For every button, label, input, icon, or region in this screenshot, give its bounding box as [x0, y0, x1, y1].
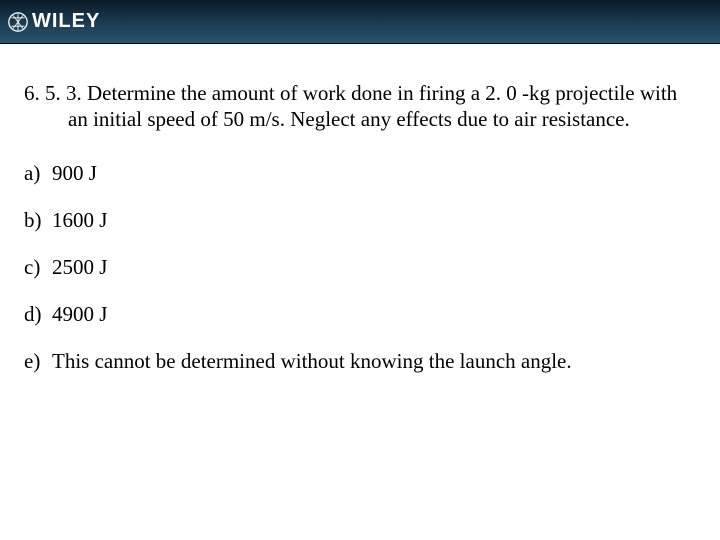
option-letter: b): [24, 208, 52, 233]
options-list: a) 900 J b) 1600 J c) 2500 J d) 4900 J e…: [24, 161, 696, 374]
header-bar: WILEY: [0, 0, 720, 44]
question-text: 6. 5. 3. Determine the amount of work do…: [24, 80, 696, 133]
option-c: c) 2500 J: [24, 255, 696, 280]
option-text: 2500 J: [52, 255, 696, 280]
option-b: b) 1600 J: [24, 208, 696, 233]
question-block: 6. 5. 3. Determine the amount of work do…: [24, 80, 696, 133]
option-letter: c): [24, 255, 52, 280]
option-text: 4900 J: [52, 302, 696, 327]
brand-logo: WILEY: [8, 10, 100, 33]
option-letter: e): [24, 349, 52, 374]
option-a: a) 900 J: [24, 161, 696, 186]
question-body: Determine the amount of work done in fir…: [68, 81, 677, 131]
option-letter: d): [24, 302, 52, 327]
option-text: 900 J: [52, 161, 696, 186]
wiley-icon: [8, 12, 28, 32]
option-text: 1600 J: [52, 208, 696, 233]
option-e: e) This cannot be determined without kno…: [24, 349, 696, 374]
slide-content: 6. 5. 3. Determine the amount of work do…: [0, 44, 720, 374]
option-letter: a): [24, 161, 52, 186]
option-d: d) 4900 J: [24, 302, 696, 327]
brand-name: WILEY: [32, 10, 100, 33]
question-number: 6. 5. 3.: [24, 81, 82, 105]
option-text: This cannot be determined without knowin…: [52, 349, 696, 374]
